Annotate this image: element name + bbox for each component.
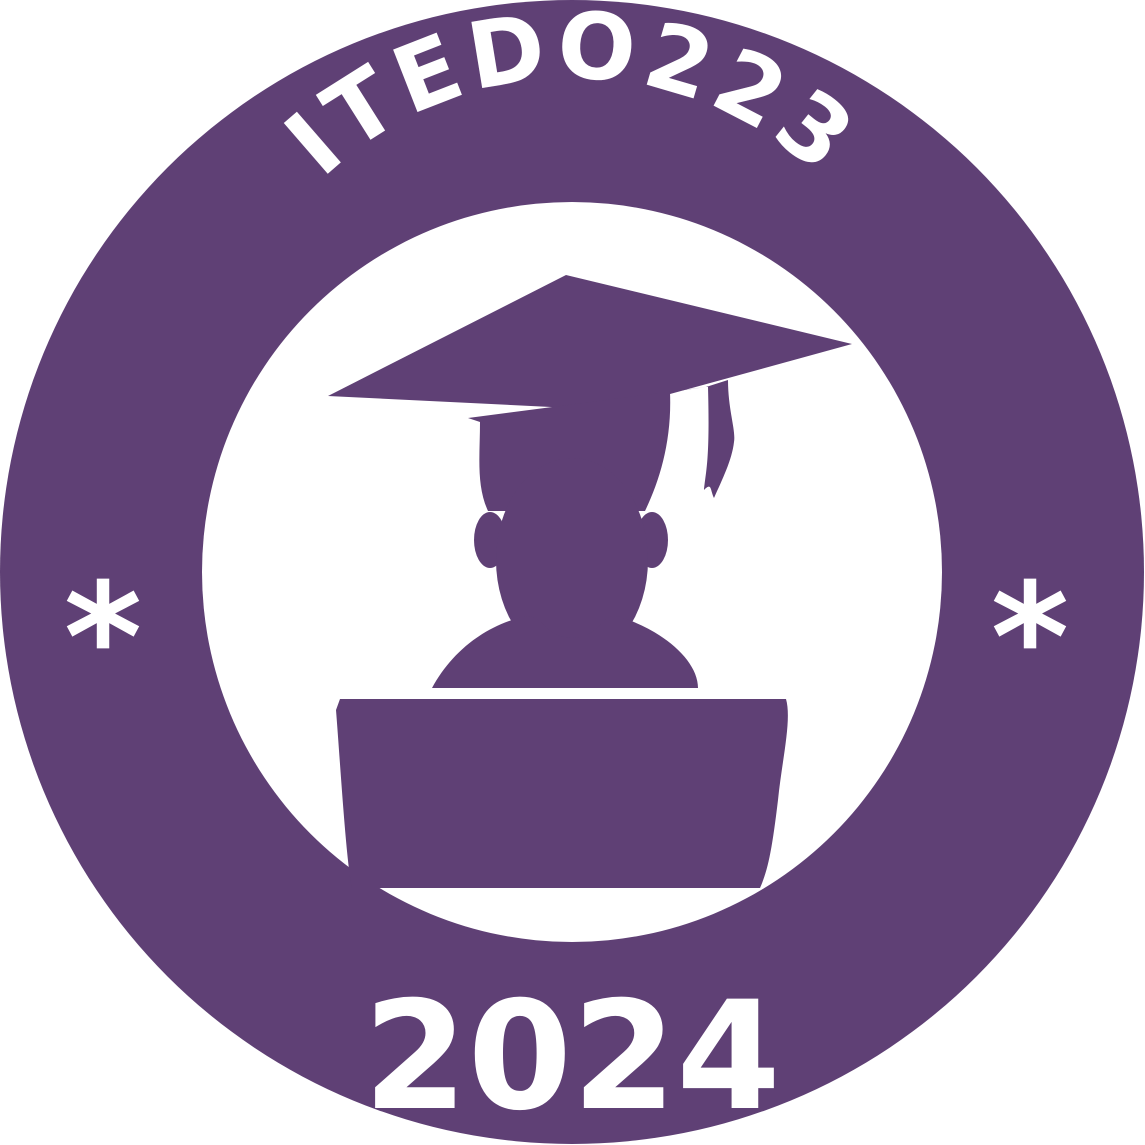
badge-year: 2024: [363, 970, 780, 1144]
right-asterisk-mark: *: [991, 552, 1069, 726]
laptop-icon: [336, 699, 788, 888]
badge-canvas: ITEDO223 * * 2024: [0, 0, 1145, 1145]
left-asterisk-mark: *: [64, 552, 142, 726]
graduation-badge: ITEDO223 * * 2024: [0, 0, 1144, 1144]
